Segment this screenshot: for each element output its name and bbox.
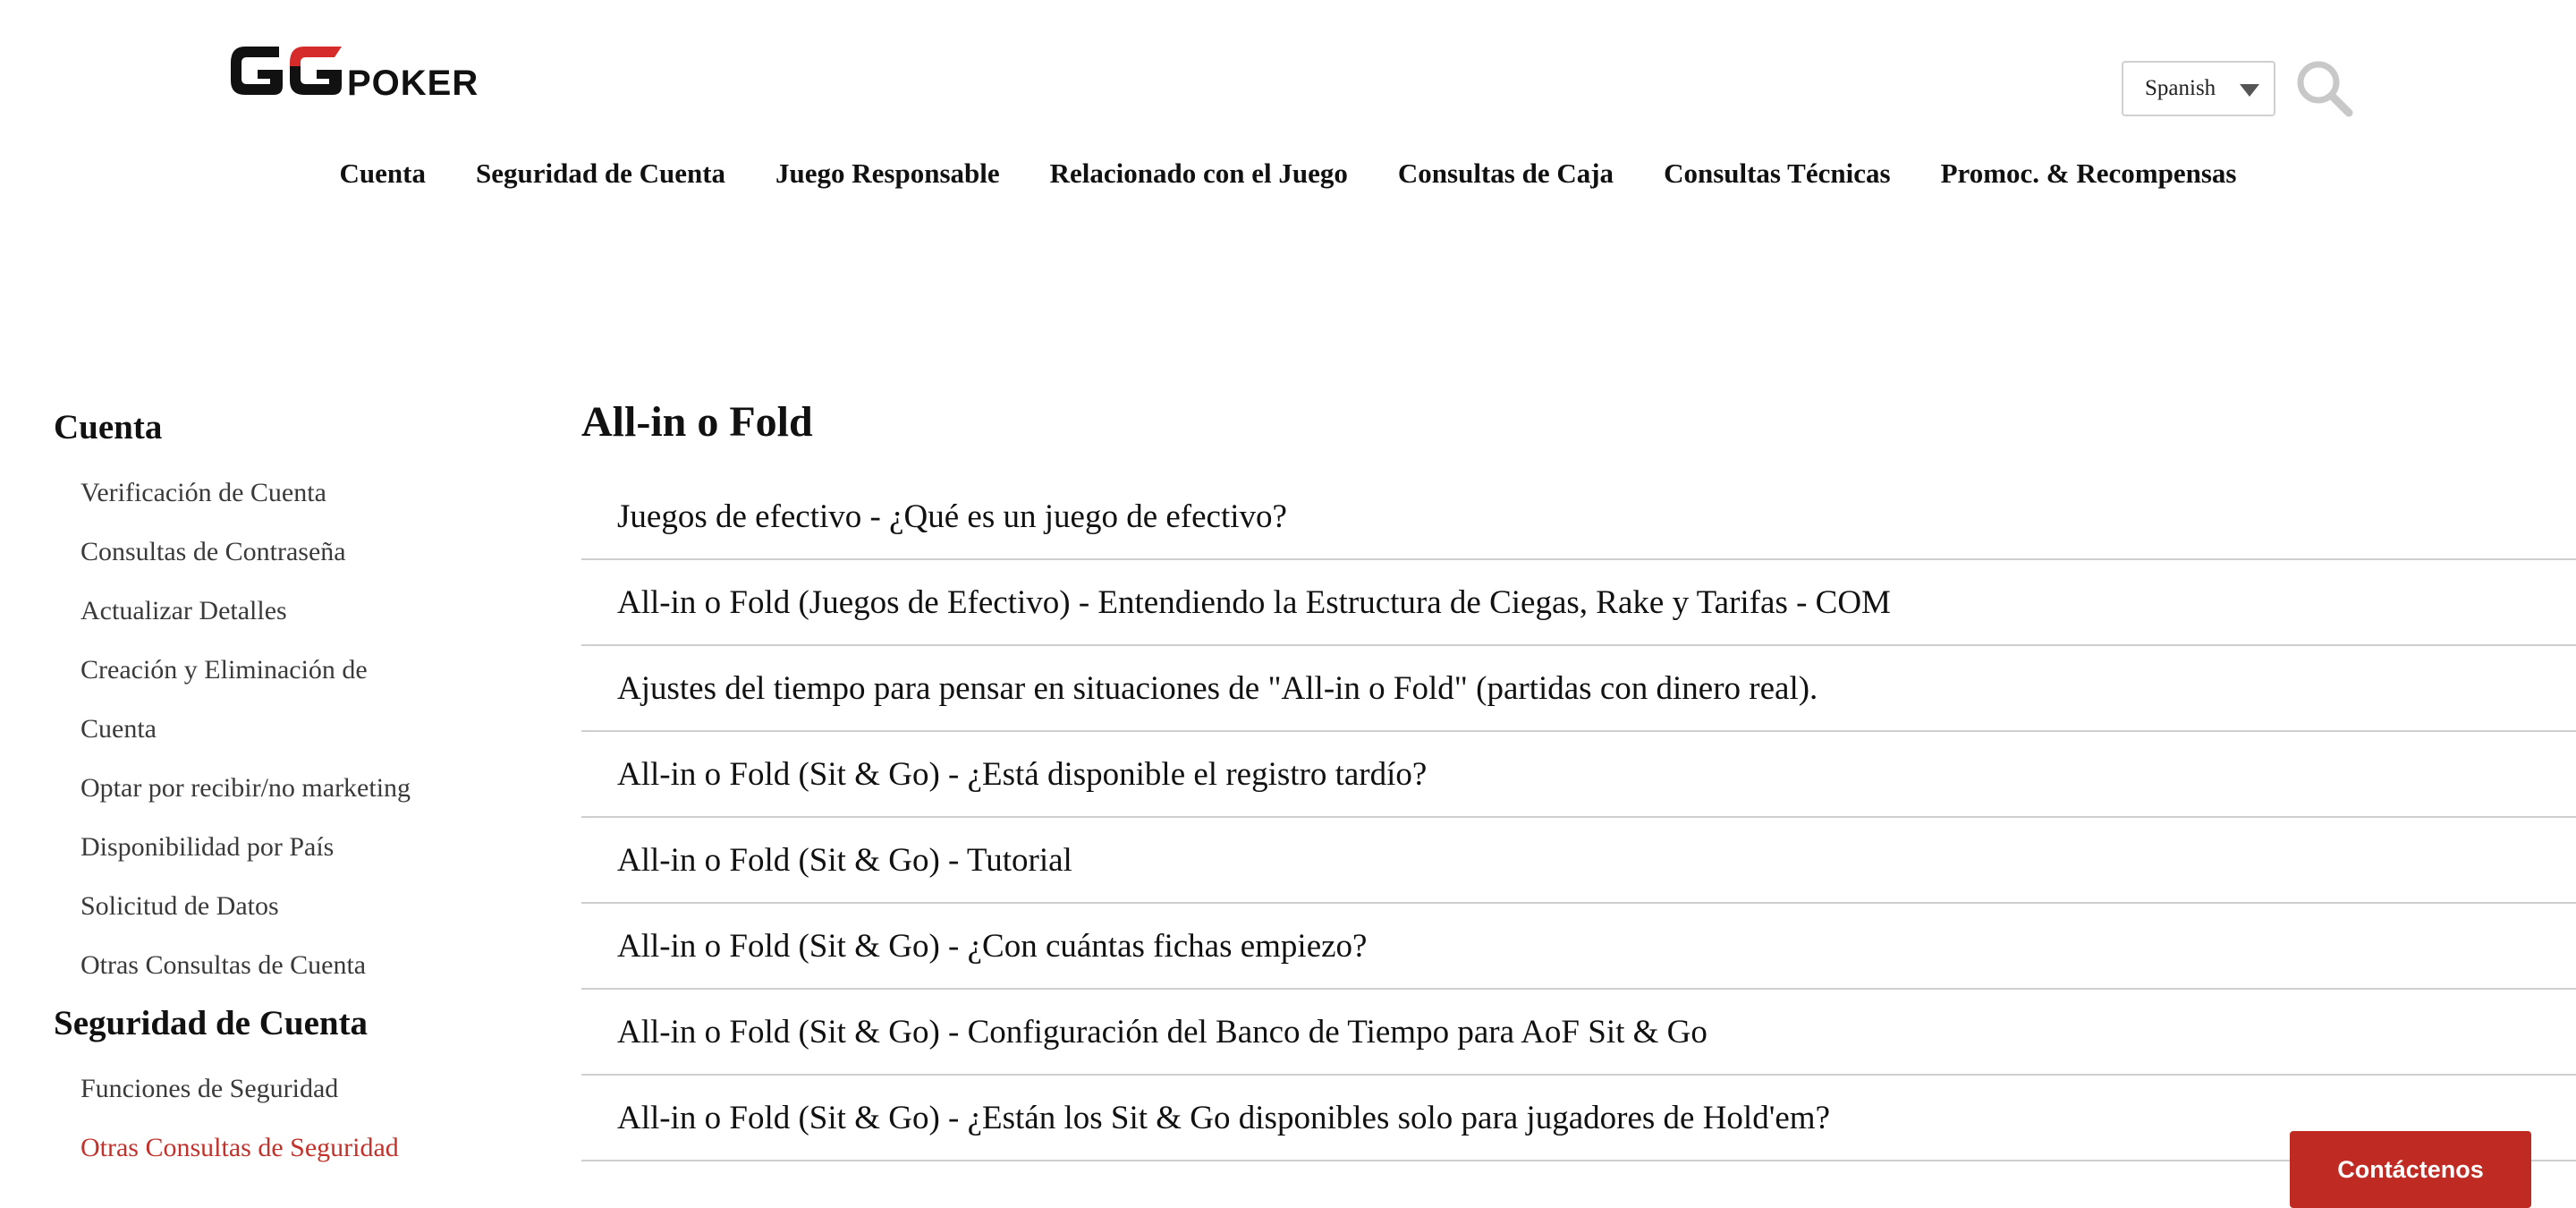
category-sidebar: Cuenta Verificación de Cuenta Consultas … <box>54 404 519 1178</box>
page-title: All-in o Fold <box>581 398 813 446</box>
language-select[interactable]: Spanish <box>2122 61 2275 116</box>
nav-item-consultas-tecnicas[interactable]: Consultas Técnicas <box>1664 157 1891 190</box>
sidebar-item-optar-marketing[interactable]: Optar por recibir/no marketing <box>54 759 519 818</box>
nav-item-relacionado-con-el-juego[interactable]: Relacionado con el Juego <box>1050 157 1348 190</box>
sidebar-item-funciones-de-seguridad[interactable]: Funciones de Seguridad <box>54 1059 519 1119</box>
sidebar-heading-cuenta[interactable]: Cuenta <box>54 404 519 451</box>
ggpoker-logo[interactable]: POKER <box>227 36 528 104</box>
sidebar-item-verificacion-de-cuenta[interactable]: Verificación de Cuenta <box>54 464 519 523</box>
help-center-page: POKER Spanish Cuenta Seguridad de Cuenta… <box>0 0 2576 1208</box>
sidebar-heading-seguridad-de-cuenta[interactable]: Seguridad de Cuenta <box>54 1000 519 1047</box>
contact-us-button[interactable]: Contáctenos <box>2290 1131 2531 1208</box>
sidebar-item-disponibilidad-por-pais[interactable]: Disponibilidad por País <box>54 818 519 877</box>
nav-item-cuenta[interactable]: Cuenta <box>340 157 426 190</box>
article-link[interactable]: All-in o Fold (Sit & Go) - ¿Con cuántas … <box>581 904 2576 990</box>
sidebar-item-creacion-y-eliminacion-cont[interactable]: Cuenta <box>54 700 519 759</box>
article-link[interactable]: Juegos de efectivo - ¿Qué es un juego de… <box>581 474 2576 560</box>
sidebar-item-consultas-de-contrasena[interactable]: Consultas de Contraseña <box>54 523 519 582</box>
nav-item-promociones-recompensas[interactable]: Promoc. & Recompensas <box>1941 157 2237 190</box>
nav-item-juego-responsable[interactable]: Juego Responsable <box>775 157 1000 190</box>
sidebar-list-seguridad: Funciones de Seguridad Otras Consultas d… <box>54 1059 519 1178</box>
article-link[interactable]: Ajustes del tiempo para pensar en situac… <box>581 646 2576 732</box>
chevron-down-icon <box>2240 84 2259 97</box>
article-link[interactable]: All-in o Fold (Sit & Go) - ¿Están los Si… <box>581 1076 2576 1161</box>
sidebar-list-cuenta: Verificación de Cuenta Consultas de Cont… <box>54 464 519 995</box>
sidebar-item-otras-consultas-de-cuenta[interactable]: Otras Consultas de Cuenta <box>54 936 519 995</box>
top-navigation: Cuenta Seguridad de Cuenta Juego Respons… <box>0 157 2576 190</box>
nav-item-consultas-de-caja[interactable]: Consultas de Caja <box>1398 157 1614 190</box>
search-icon[interactable] <box>2295 59 2354 118</box>
article-link[interactable]: All-in o Fold (Sit & Go) - Configuración… <box>581 990 2576 1076</box>
article-link[interactable]: All-in o Fold (Sit & Go) - ¿Está disponi… <box>581 732 2576 818</box>
nav-item-seguridad-de-cuenta[interactable]: Seguridad de Cuenta <box>476 157 725 190</box>
article-list: Juegos de efectivo - ¿Qué es un juego de… <box>581 474 2576 1161</box>
sidebar-item-solicitud-de-datos[interactable]: Solicitud de Datos <box>54 877 519 936</box>
sidebar-item-otras-consultas-de-seguridad[interactable]: Otras Consultas de Seguridad <box>54 1119 519 1178</box>
article-link[interactable]: All-in o Fold (Sit & Go) - Tutorial <box>581 818 2576 904</box>
article-link[interactable]: All-in o Fold (Juegos de Efectivo) - Ent… <box>581 560 2576 646</box>
language-select-value: Spanish <box>2145 76 2216 100</box>
sidebar-item-actualizar-detalles[interactable]: Actualizar Detalles <box>54 582 519 641</box>
article-list-panel: All-in o Fold Juegos de efectivo - ¿Qué … <box>581 390 2576 1161</box>
svg-text:POKER: POKER <box>347 64 479 103</box>
sidebar-item-creacion-y-eliminacion[interactable]: Creación y Eliminación de <box>54 641 519 700</box>
